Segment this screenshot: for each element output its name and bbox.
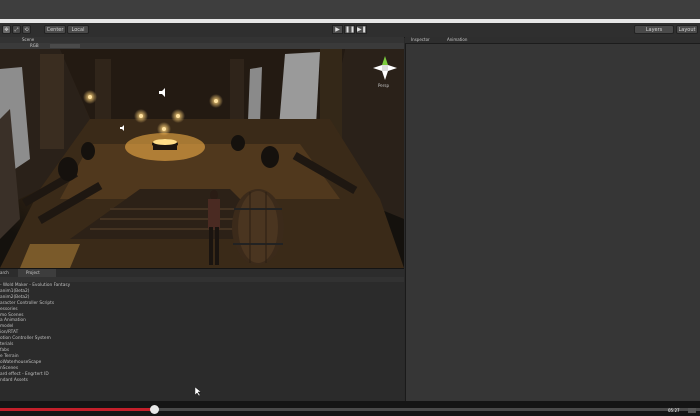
video-time-label: 05:27: [668, 408, 680, 413]
step-button[interactable]: ▶❚: [356, 25, 367, 34]
list-item[interactable]: ndard Assets: [0, 378, 70, 384]
scale-tool-button[interactable]: ⤢: [12, 25, 21, 34]
inspector-panel: [405, 37, 700, 401]
step-icon: ▶❚: [357, 26, 367, 33]
project-toolbar: [0, 277, 404, 282]
tab-project[interactable]: Project: [18, 269, 56, 277]
move-tool-icon: ✥: [4, 27, 9, 33]
scene-options-bar[interactable]: [50, 44, 80, 48]
space-toggle-label: Local: [71, 27, 85, 33]
projection-label[interactable]: Persp: [378, 83, 389, 89]
fullscreen-icon[interactable]: [688, 408, 696, 413]
video-progress-fill: [0, 408, 154, 411]
layers-label: Layers: [645, 27, 663, 33]
mouse-cursor-icon: [195, 387, 201, 396]
layers-dropdown[interactable]: Layers: [634, 25, 674, 34]
project-panel: - Wold Maker - Evolution Fantasy anim1(B…: [0, 277, 404, 401]
scene-gizmo[interactable]: [372, 55, 398, 81]
layout-label: Layout: [678, 27, 696, 33]
project-folder-list: - Wold Maker - Evolution Fantasy anim1(B…: [0, 283, 70, 383]
tab-inspector[interactable]: Inspector: [411, 37, 430, 43]
move-tool-button[interactable]: ✥: [2, 25, 11, 34]
inspector-tab-bar: Inspector Animation: [405, 37, 700, 44]
rotate-tool-button[interactable]: ⟲: [22, 25, 31, 34]
tab-animation[interactable]: Animation: [447, 37, 467, 43]
scene-render: [0, 49, 404, 268]
main-toolbar: ✥ ⤢ ⟲ Center Local ▶ ❚❚ ▶❚ Layers Layout: [0, 23, 700, 38]
pause-icon: ❚❚: [345, 26, 356, 33]
tab-project-label: Project: [26, 270, 40, 275]
layout-dropdown[interactable]: Layout: [676, 25, 698, 34]
pivot-toggle-label: Center: [46, 27, 64, 33]
scene-viewport[interactable]: Persp: [0, 49, 404, 268]
orientation-gizmo-icon: [373, 56, 397, 80]
space-toggle-button[interactable]: Local: [67, 25, 89, 34]
play-icon: ▶: [335, 26, 340, 33]
tab-search[interactable]: arch: [0, 270, 9, 276]
play-button[interactable]: ▶: [332, 25, 343, 34]
pivot-toggle-button[interactable]: Center: [44, 25, 66, 34]
rotate-tool-icon: ⟲: [24, 27, 29, 33]
os-title-bar: [0, 0, 700, 20]
pause-button[interactable]: ❚❚: [344, 25, 355, 34]
video-progress-handle[interactable]: [150, 405, 159, 414]
scale-tool-icon: ⤢: [14, 27, 19, 33]
